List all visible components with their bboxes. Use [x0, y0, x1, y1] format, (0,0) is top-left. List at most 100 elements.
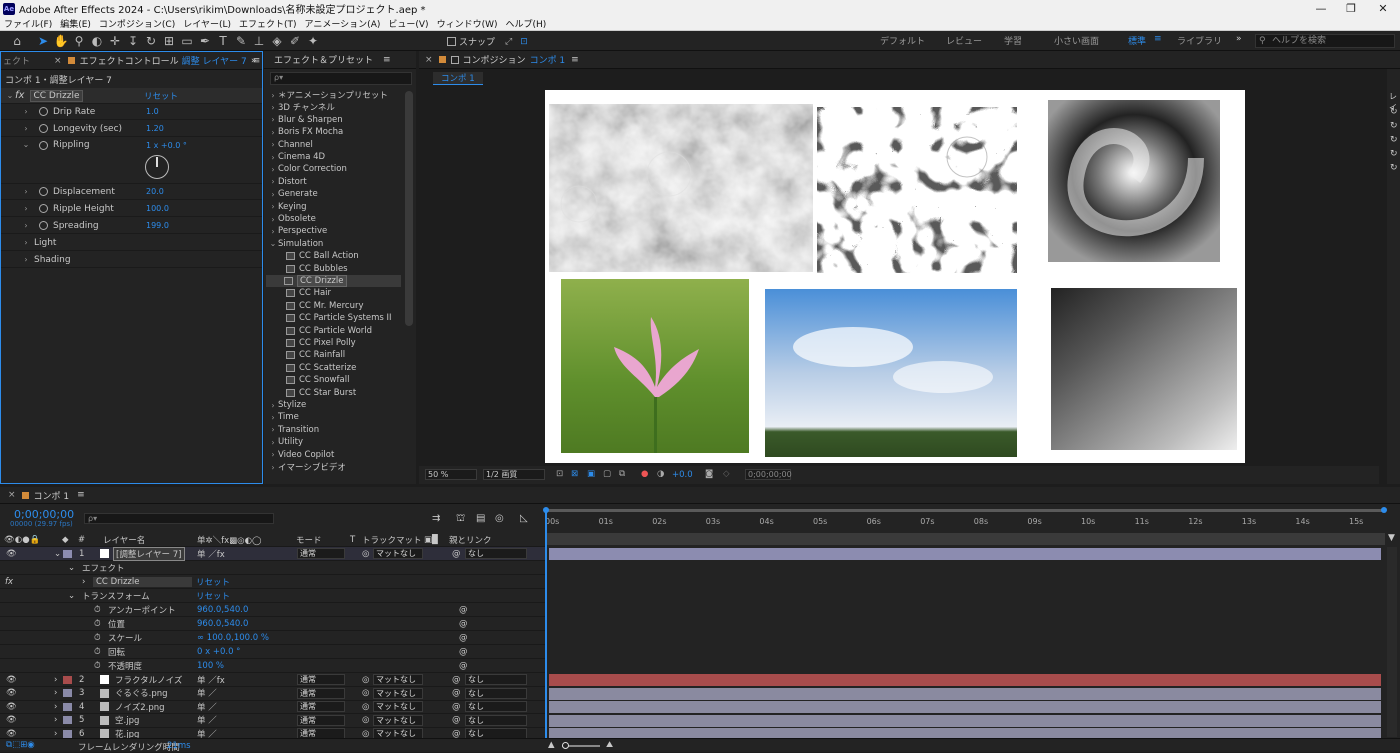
expand-icon[interactable]: › [268, 153, 278, 162]
transform-reset-link[interactable]: リセット [196, 590, 230, 602]
matte-icon[interactable]: ◎ [362, 549, 369, 559]
layer-bar-4[interactable] [549, 701, 1381, 714]
menu-view[interactable]: ビュー(V) [388, 17, 428, 30]
exposure-value[interactable]: +0.0 [672, 470, 693, 480]
timeline-search-input[interactable]: ρ▾ [84, 513, 274, 524]
pen-tool-icon[interactable]: ✒ [196, 32, 214, 50]
effect-item-row[interactable]: fx › CC Drizzle リセット [0, 575, 545, 589]
stopwatch-icon[interactable]: ⏱ [94, 633, 101, 643]
category-2[interactable]: › Blur & Sharpen [268, 114, 342, 126]
layer-name-header[interactable]: レイヤー名 [103, 534, 145, 546]
category-1[interactable]: › 3D チャンネル [268, 101, 335, 114]
trackmatte-dropdown[interactable]: マットなし [373, 687, 423, 699]
layer-bar-1[interactable] [549, 548, 1381, 560]
category-bottom-2[interactable]: › Transition [268, 424, 319, 436]
composition-subtab[interactable]: コンポ 1 [433, 72, 483, 85]
mode-dropdown[interactable]: 通常 [297, 701, 345, 713]
close-tab-icon[interactable]: × [8, 490, 16, 500]
opacity-value[interactable]: 100 % [197, 661, 224, 671]
category-bottom-4[interactable]: › Video Copilot [268, 449, 334, 461]
stopwatch-icon[interactable]: ⏱ [94, 605, 101, 615]
mode-dropdown[interactable]: 通常 [297, 714, 345, 726]
zoom-in-icon[interactable]: ⛰ [606, 740, 613, 750]
maximize-icon[interactable]: ❐ [1336, 0, 1366, 17]
parent-dropdown[interactable]: なし [465, 701, 527, 713]
snapshot-icon[interactable]: ◙ [705, 469, 713, 479]
eye-icon[interactable]: 👁 [6, 715, 17, 725]
pan-tool-icon[interactable]: ✛ [106, 32, 124, 50]
dolly-tool-icon[interactable]: ↧ [124, 32, 142, 50]
roto-brush-icon[interactable]: ✐ [286, 32, 304, 50]
work-area-bar[interactable] [545, 509, 1385, 512]
label-color[interactable] [63, 702, 72, 711]
composition-canvas[interactable] [545, 90, 1245, 463]
eraser-tool-icon[interactable]: ◈ [268, 32, 286, 50]
snap-checkbox[interactable] [447, 37, 456, 46]
parent-dropdown[interactable]: なし [465, 674, 527, 685]
mode-dropdown[interactable]: 通常 [297, 548, 345, 559]
group-light[interactable]: › Light [1, 235, 262, 251]
stopwatch-icon[interactable] [39, 204, 48, 213]
panel-expand-icon[interactable]: » [251, 56, 257, 66]
lock-tab-icon[interactable] [438, 56, 446, 63]
eye-icon[interactable]: 👁 [6, 702, 17, 712]
comp-mini-flowchart-icon[interactable]: ⇉ [432, 513, 440, 524]
stopwatch-icon[interactable]: ⏱ [94, 661, 101, 671]
layer-name[interactable]: ノイズ2.png [115, 701, 165, 713]
trackmatte-dropdown[interactable]: マットなし [373, 674, 423, 685]
expression-pickwhip-icon[interactable]: @ [459, 605, 468, 615]
expand-icon[interactable]: › [268, 165, 278, 174]
effect-item-7[interactable]: CC Pixel Polly [268, 337, 356, 349]
ripple-height-value[interactable]: 100.0 [146, 204, 169, 213]
collapse-icon[interactable]: ⌄ [5, 91, 15, 100]
zoom-tool-icon[interactable]: ⚲ [70, 32, 88, 50]
label-color[interactable] [63, 729, 72, 738]
expand-icon[interactable]: › [268, 115, 278, 124]
stopwatch-icon[interactable] [39, 141, 48, 150]
category-12[interactable]: ⌄ Simulation [268, 238, 324, 250]
rectangle-tool-icon[interactable]: ▭ [178, 32, 196, 50]
menu-animation[interactable]: アニメーション(A) [305, 17, 381, 30]
parent-dropdown[interactable]: なし [465, 548, 527, 559]
effect-item-name[interactable]: CC Drizzle [93, 576, 192, 587]
collapse-icon[interactable]: ⌄ [268, 239, 278, 248]
stopwatch-icon[interactable] [39, 107, 48, 116]
shy-icon[interactable]: ⛫ [456, 513, 465, 526]
displacement-value[interactable]: 20.0 [146, 187, 164, 196]
position-value[interactable]: 960.0,540.0 [197, 619, 248, 629]
parent-dropdown[interactable]: なし [465, 687, 527, 699]
anchor-tool-icon[interactable]: ⊞ [160, 32, 178, 50]
effect-reset-link[interactable]: リセット [196, 576, 230, 588]
effect-item-11[interactable]: CC Star Burst [268, 387, 356, 399]
graph-editor-icon[interactable]: ◺ [520, 513, 528, 524]
zoom-out-icon[interactable]: ▲ [548, 740, 555, 750]
align-icon[interactable]: ↻ [1390, 107, 1398, 117]
stopwatch-icon[interactable]: ⏱ [94, 619, 101, 629]
angle-dial[interactable] [145, 155, 169, 179]
expand-icon[interactable]: › [21, 187, 31, 196]
layer-bar-3[interactable] [549, 687, 1381, 700]
parent-dropdown[interactable]: なし [465, 714, 527, 726]
category-9[interactable]: › Keying [268, 201, 306, 213]
longevity-value[interactable]: 1.20 [146, 124, 164, 133]
expand-icon[interactable]: › [21, 255, 31, 264]
label-color[interactable] [63, 675, 72, 684]
layer-name[interactable]: 空.jpg [115, 714, 139, 726]
effects-group-row[interactable]: ⌄ エフェクト [0, 561, 545, 575]
spreading-value[interactable]: 199.0 [146, 221, 169, 230]
frame-blending-icon[interactable]: ▤ [476, 513, 485, 524]
layer-bar-2[interactable] [549, 674, 1381, 686]
layer-row-2[interactable]: 👁 › 2 フラクタルノイズ单 ／fx 通常 ◎ マットなし @ なし [0, 673, 545, 687]
expand-icon[interactable]: › [268, 425, 278, 434]
reset-link[interactable]: リセット [144, 90, 178, 102]
group-shading[interactable]: › Shading [1, 252, 262, 268]
comp-timecode[interactable]: 0;00;00;00 [745, 469, 792, 480]
effect-name[interactable]: CC Drizzle [30, 89, 83, 102]
matte-icon[interactable]: ◎ [362, 675, 369, 685]
scrollbar[interactable] [405, 91, 413, 326]
expression-pickwhip-icon[interactable]: @ [459, 661, 468, 671]
show-snapshot-icon[interactable]: ◇ [723, 469, 730, 479]
menu-window[interactable]: ウィンドウ(W) [437, 17, 498, 30]
comp-marker-icon[interactable]: ▼ [1388, 533, 1395, 543]
lock-tab-icon[interactable] [67, 57, 75, 64]
